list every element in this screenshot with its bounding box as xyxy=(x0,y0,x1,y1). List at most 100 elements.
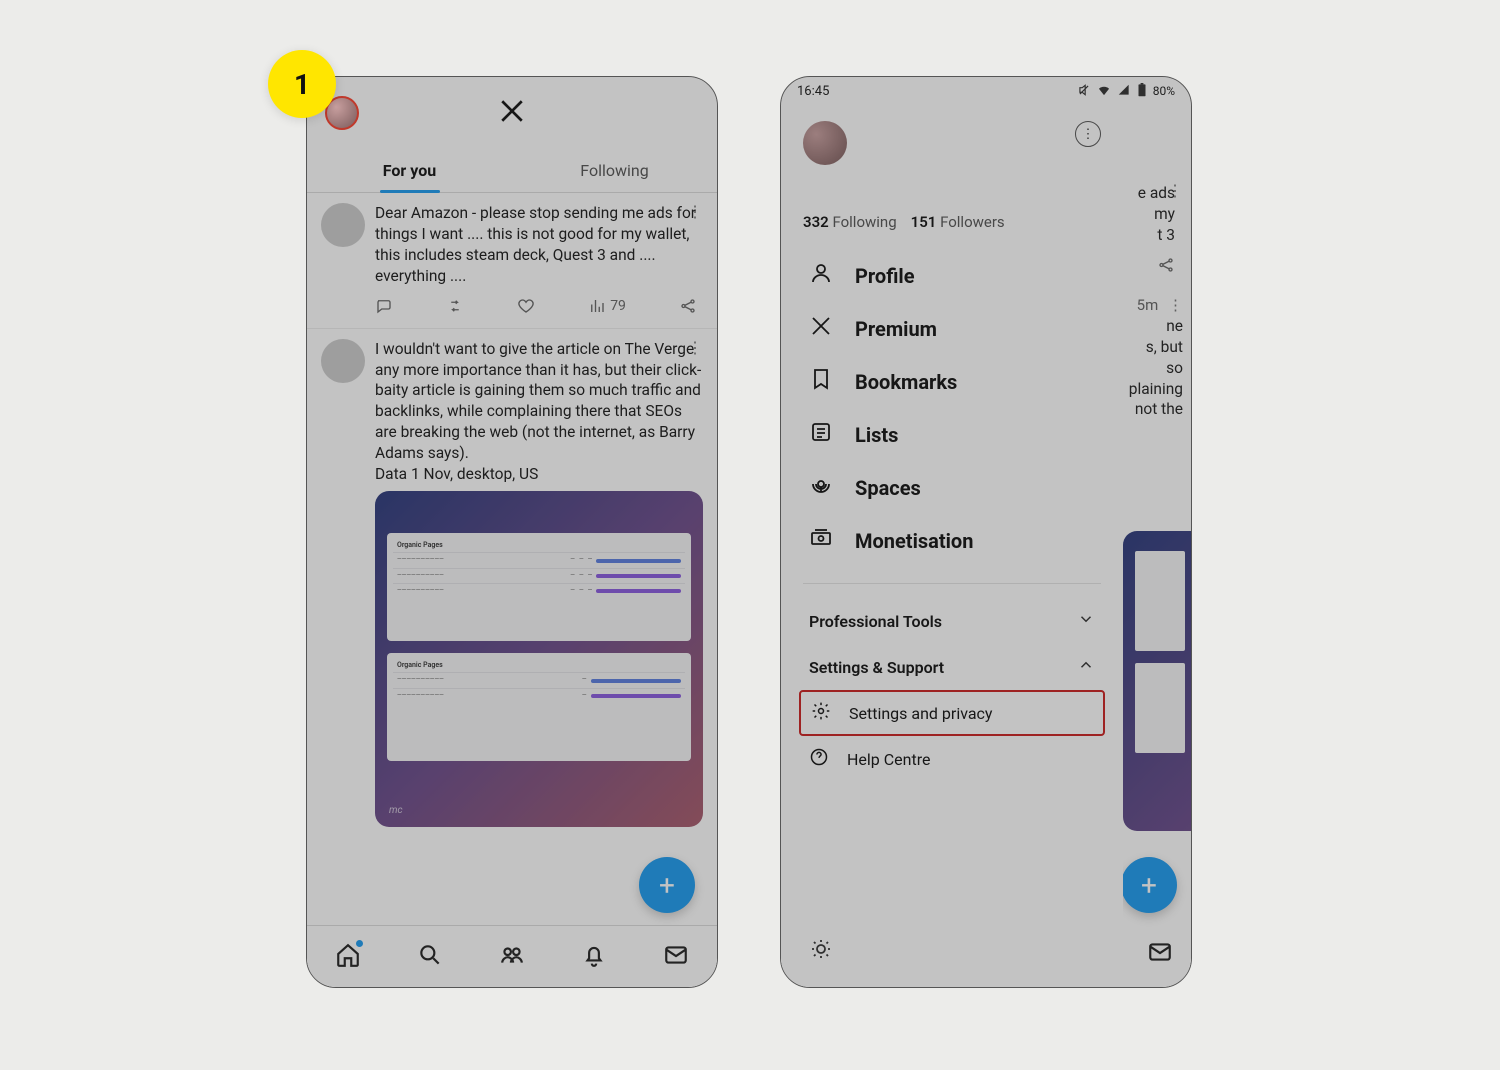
peek-time: 5m xyxy=(1137,296,1159,314)
post-avatar[interactable] xyxy=(321,339,365,383)
spaces-icon xyxy=(809,473,833,502)
following-stat[interactable]: 332 Following xyxy=(803,213,897,231)
chevron-up-icon xyxy=(1077,656,1095,678)
views-icon[interactable]: 79 xyxy=(588,297,626,316)
menu-label: Monetisation xyxy=(855,529,973,553)
battery-icon xyxy=(1137,83,1147,100)
step-number: 1 xyxy=(294,68,310,101)
feed[interactable]: ⋮ Dear Amazon - please stop sending me a… xyxy=(307,193,717,881)
wifi-icon xyxy=(1097,83,1111,100)
peek-image xyxy=(1123,531,1191,831)
communities-icon[interactable] xyxy=(499,942,525,972)
post-body: ⋮ I wouldn't want to give the article on… xyxy=(375,339,703,827)
tab-for-you[interactable]: For you xyxy=(307,149,512,192)
post-text: I wouldn't want to give the article on T… xyxy=(375,340,701,463)
account-switcher-icon[interactable]: ⋮ xyxy=(1075,121,1101,147)
menu-monetisation[interactable]: Monetisation xyxy=(781,514,1123,567)
tab-label: For you xyxy=(383,161,436,180)
compose-fab[interactable]: + xyxy=(639,857,695,913)
expander-label: Professional Tools xyxy=(809,612,942,631)
phone-right: 16:45 80% ⋮ e adsmyt 3 5m ⋮ nes, butsopl… xyxy=(780,76,1192,988)
search-icon[interactable] xyxy=(417,942,443,972)
mute-icon xyxy=(1077,83,1091,100)
phone-left: For you Following ⋮ Dear Amazon - please… xyxy=(306,76,718,988)
profile-icon xyxy=(809,261,833,290)
panel-label: Organic Pages xyxy=(393,539,685,552)
image-panel: Organic Pages ——————————— ——————————— xyxy=(387,653,691,761)
menu-premium[interactable]: Premium xyxy=(781,302,1123,355)
plus-icon: + xyxy=(1141,869,1157,902)
x-icon xyxy=(809,314,833,343)
like-icon[interactable] xyxy=(517,297,535,316)
drawer-menu: Profile Premium Bookmarks Lists Spaces M… xyxy=(781,245,1123,571)
follow-stats: 332 Following 151 Followers xyxy=(781,165,1123,245)
reply-icon[interactable] xyxy=(375,297,393,316)
nav-drawer: ⋮ 332 Following 151 Followers Profile Pr… xyxy=(781,105,1123,987)
step-badge: 1 xyxy=(268,50,336,118)
post-text: Dear Amazon - please stop sending me ads… xyxy=(375,204,696,285)
menu-profile[interactable]: Profile xyxy=(781,249,1123,302)
theme-toggle-icon[interactable] xyxy=(809,937,833,965)
post-avatar[interactable] xyxy=(321,203,365,247)
views-count: 79 xyxy=(610,297,626,316)
post-more-icon[interactable]: ⋮ xyxy=(687,337,703,359)
battery-percent: 80% xyxy=(1153,84,1175,98)
post-more-icon: ⋮ xyxy=(1167,181,1183,200)
money-icon xyxy=(809,526,833,555)
sub-label: Help Centre xyxy=(847,750,930,769)
feed-tabs: For you Following xyxy=(307,149,717,193)
menu-bookmarks[interactable]: Bookmarks xyxy=(781,355,1123,408)
watermark: mc xyxy=(389,804,403,818)
signal-icon xyxy=(1117,83,1131,100)
tab-following[interactable]: Following xyxy=(512,149,717,192)
tab-label: Following xyxy=(580,161,648,180)
status-time: 16:45 xyxy=(797,84,829,99)
menu-spaces[interactable]: Spaces xyxy=(781,461,1123,514)
followers-stat[interactable]: 151 Followers xyxy=(911,213,1005,231)
list-icon xyxy=(809,420,833,449)
post-body: ⋮ Dear Amazon - please stop sending me a… xyxy=(375,203,703,324)
notification-dot xyxy=(356,940,363,947)
expander-settings-support[interactable]: Settings & Support xyxy=(781,644,1123,690)
post-more-icon: ⋮ xyxy=(1168,296,1183,314)
post-actions: 79 xyxy=(375,287,703,324)
share-icon[interactable] xyxy=(679,297,697,316)
background-feed-peek: ⋮ e adsmyt 3 5m ⋮ nes, butsoplainingnot … xyxy=(1123,105,1191,987)
sub-label: Settings and privacy xyxy=(849,704,993,723)
x-logo-icon xyxy=(499,98,525,128)
messages-icon xyxy=(1147,939,1173,969)
menu-help-centre[interactable]: Help Centre xyxy=(781,736,1123,782)
share-icon xyxy=(1157,256,1175,274)
menu-lists[interactable]: Lists xyxy=(781,408,1123,461)
notifications-icon[interactable] xyxy=(581,942,607,972)
compose-fab: + xyxy=(1123,857,1177,913)
bottom-nav xyxy=(307,925,717,987)
messages-icon[interactable] xyxy=(663,942,689,972)
bookmark-icon xyxy=(809,367,833,396)
home-icon[interactable] xyxy=(335,942,361,972)
chevron-down-icon xyxy=(1077,610,1095,632)
panel-label: Organic Pages xyxy=(393,659,685,672)
menu-label: Profile xyxy=(855,264,915,288)
gear-icon xyxy=(811,701,831,725)
post-more-icon[interactable]: ⋮ xyxy=(687,201,703,223)
expander-label: Settings & Support xyxy=(809,658,944,677)
peek-text: nes, butsoplainingnot the xyxy=(1129,317,1183,419)
plus-icon: + xyxy=(659,869,675,902)
drawer-avatar[interactable] xyxy=(803,121,847,165)
post-data-line: Data 1 Nov, desktop, US xyxy=(375,465,538,483)
repost-icon[interactable] xyxy=(446,297,464,316)
post[interactable]: ⋮ Dear Amazon - please stop sending me a… xyxy=(307,193,717,329)
menu-settings-privacy[interactable]: Settings and privacy xyxy=(799,690,1105,736)
divider xyxy=(803,583,1101,584)
status-bar: 16:45 80% xyxy=(781,77,1191,105)
image-panel: Organic Pages ————————————— ————————————… xyxy=(387,533,691,641)
menu-label: Bookmarks xyxy=(855,370,957,394)
post[interactable]: ⋮ I wouldn't want to give the article on… xyxy=(307,329,717,831)
post-image[interactable]: Organic Pages ————————————— ————————————… xyxy=(375,491,703,827)
expander-professional-tools[interactable]: Professional Tools xyxy=(781,598,1123,644)
menu-label: Spaces xyxy=(855,476,921,500)
help-icon xyxy=(809,747,829,771)
menu-label: Lists xyxy=(855,423,898,447)
app-header xyxy=(307,77,717,149)
